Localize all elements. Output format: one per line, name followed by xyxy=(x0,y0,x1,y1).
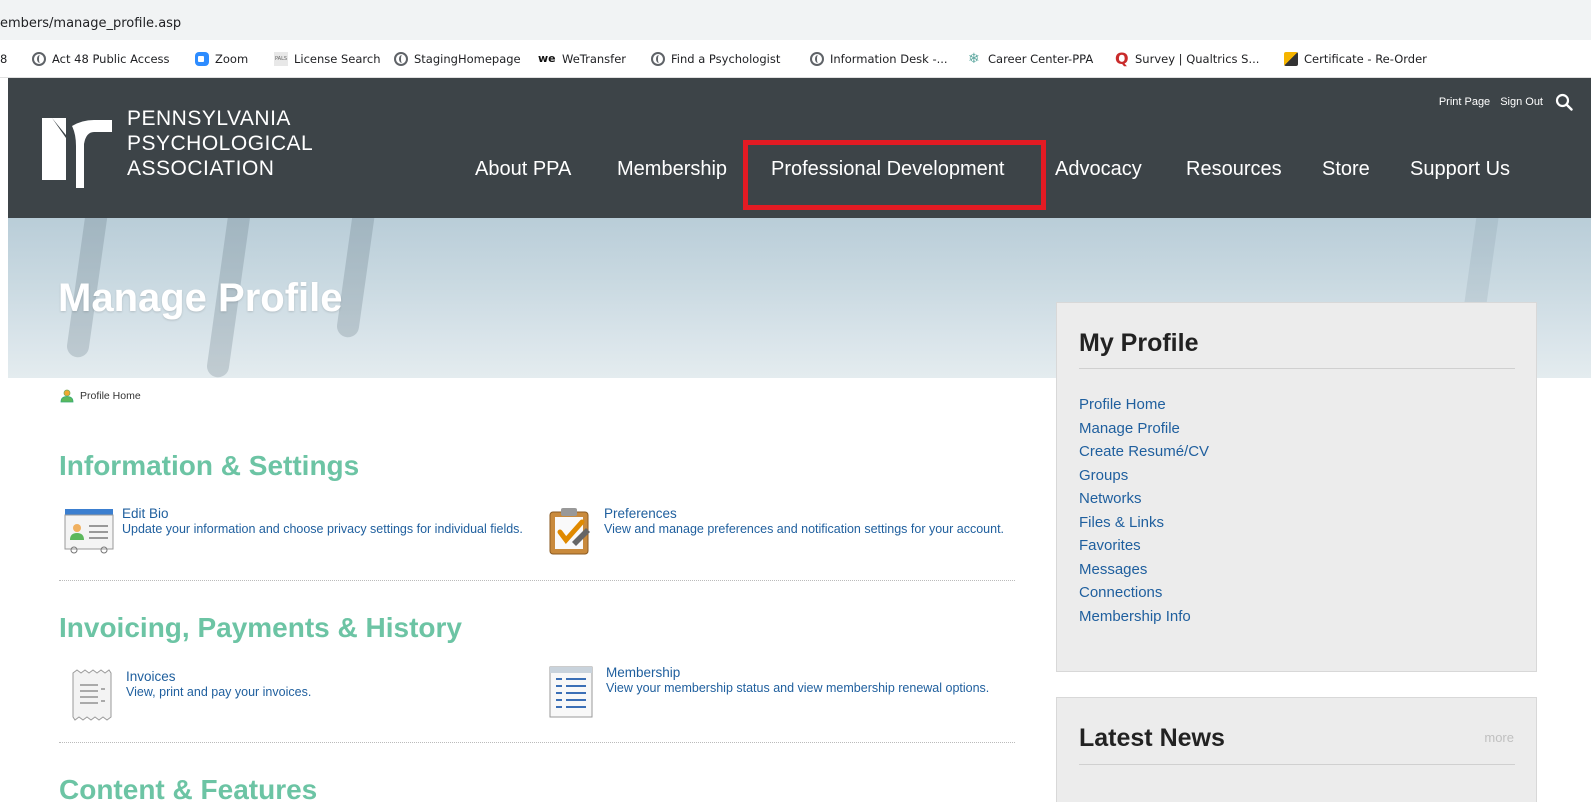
sign-out-link[interactable]: Sign Out xyxy=(1500,96,1543,108)
bookmark-wetransfer[interactable]: we WeTransfer xyxy=(538,51,626,67)
bookmark-partial[interactable]: 8 xyxy=(0,51,7,67)
bookmark-qualtrics[interactable]: Q Survey | Qualtrics S... xyxy=(1115,51,1259,67)
certificate-icon xyxy=(1284,52,1298,66)
bookmark-zoom[interactable]: Zoom xyxy=(195,51,248,67)
nav-advocacy[interactable]: Advocacy xyxy=(1055,158,1142,181)
zoom-icon xyxy=(195,52,209,66)
sidebar-link-files-links[interactable]: Files & Links xyxy=(1079,511,1209,535)
latest-news-heading: Latest News xyxy=(1079,724,1225,752)
logo-line: PENNSYLVANIA xyxy=(127,107,291,130)
career-icon: ❄ xyxy=(968,51,980,67)
panel-divider xyxy=(1079,368,1515,369)
print-page-link[interactable]: Print Page xyxy=(1439,96,1490,108)
globe-icon xyxy=(651,52,665,66)
sidebar-link-networks[interactable]: Networks xyxy=(1079,487,1209,511)
bookmarks-bar: 8 Act 48 Public Access Zoom PALS License … xyxy=(0,40,1591,78)
section-divider xyxy=(59,580,1015,581)
sidebar-link-membership-info[interactable]: Membership Info xyxy=(1079,605,1209,629)
sidebar-link-create-resume[interactable]: Create Resumé/CV xyxy=(1079,440,1209,464)
user-icon xyxy=(60,389,74,403)
news-more-link[interactable]: more xyxy=(1484,730,1514,745)
breadcrumb[interactable]: Profile Home xyxy=(60,389,141,403)
receipt-icon xyxy=(72,669,112,721)
nav-store[interactable]: Store xyxy=(1322,158,1370,181)
section-title-content: Content & Features xyxy=(59,774,318,802)
membership-description: View your membership status and view mem… xyxy=(606,681,990,695)
my-profile-panel: My Profile Profile Home Manage Profile C… xyxy=(1056,302,1537,672)
preferences-link[interactable]: Preferences xyxy=(604,506,677,521)
sidebar-link-manage-profile[interactable]: Manage Profile xyxy=(1079,417,1209,441)
bookmark-career-center[interactable]: ❄ Career Center-PPA xyxy=(968,51,1093,67)
search-icon[interactable] xyxy=(1555,93,1573,111)
sidebar-link-profile-home[interactable]: Profile Home xyxy=(1079,393,1209,417)
utility-links: Print Page Sign Out xyxy=(1439,93,1573,111)
invoices-link[interactable]: Invoices xyxy=(126,669,176,684)
sidebar-link-connections[interactable]: Connections xyxy=(1079,581,1209,605)
edit-bio-description: Update your information and choose priva… xyxy=(122,522,523,536)
preferences-description: View and manage preferences and notifica… xyxy=(604,522,1005,536)
page-title: Manage Profile xyxy=(58,276,343,320)
membership-link[interactable]: Membership xyxy=(606,665,680,680)
bookmark-license-search[interactable]: PALS License Search xyxy=(274,51,381,67)
bookmark-information-desk[interactable]: Information Desk -... xyxy=(810,51,948,67)
nav-membership[interactable]: Membership xyxy=(617,158,727,181)
nav-support-us[interactable]: Support Us xyxy=(1410,158,1510,181)
globe-icon xyxy=(394,52,408,66)
highlight-annotation xyxy=(743,140,1046,210)
bookmark-act48[interactable]: Act 48 Public Access xyxy=(32,51,170,67)
bookmark-find-psychologist[interactable]: Find a Psychologist xyxy=(651,51,780,67)
site-header: PENNSYLVANIA PSYCHOLOGICAL ASSOCIATION P… xyxy=(8,78,1591,218)
ppa-logo-icon[interactable] xyxy=(42,110,112,188)
latest-news-panel: Latest News more xyxy=(1056,697,1537,802)
invoices-description: View, print and pay your invoices. xyxy=(126,685,312,699)
url-text[interactable]: embers/manage_profile.asp xyxy=(0,16,181,31)
logo-line: PSYCHOLOGICAL xyxy=(127,132,314,155)
globe-icon xyxy=(32,52,46,66)
sidebar-link-favorites[interactable]: Favorites xyxy=(1079,534,1209,558)
logo-line: ASSOCIATION xyxy=(127,157,275,180)
pals-icon: PALS xyxy=(274,52,288,66)
clipboard-check-icon xyxy=(549,508,590,555)
my-profile-heading: My Profile xyxy=(1079,329,1199,357)
my-profile-links: Profile Home Manage Profile Create Resum… xyxy=(1079,393,1209,628)
nav-resources[interactable]: Resources xyxy=(1186,158,1282,181)
bookmark-certificate[interactable]: Certificate - Re-Order xyxy=(1284,51,1427,67)
membership-list-icon xyxy=(549,666,593,718)
section-title-info: Information & Settings xyxy=(59,450,360,481)
qualtrics-icon: Q xyxy=(1115,49,1129,68)
sidebar-link-groups[interactable]: Groups xyxy=(1079,464,1209,488)
bookmark-staging-homepage[interactable]: StagingHomepage xyxy=(394,51,521,67)
breadcrumb-profile-home[interactable]: Profile Home xyxy=(80,390,141,402)
logo-text[interactable]: PENNSYLVANIA PSYCHOLOGICAL ASSOCIATION xyxy=(127,106,313,181)
section-divider xyxy=(59,742,1015,743)
panel-divider xyxy=(1079,764,1515,765)
id-card-icon xyxy=(64,509,114,554)
edit-bio-link[interactable]: Edit Bio xyxy=(122,506,169,521)
wetransfer-icon: we xyxy=(538,52,556,65)
address-bar[interactable]: embers/manage_profile.asp xyxy=(0,0,1591,40)
sidebar-link-messages[interactable]: Messages xyxy=(1079,558,1209,582)
section-title-invoicing: Invoicing, Payments & History xyxy=(59,612,462,643)
globe-icon xyxy=(810,52,824,66)
nav-about-ppa[interactable]: About PPA xyxy=(475,158,571,181)
